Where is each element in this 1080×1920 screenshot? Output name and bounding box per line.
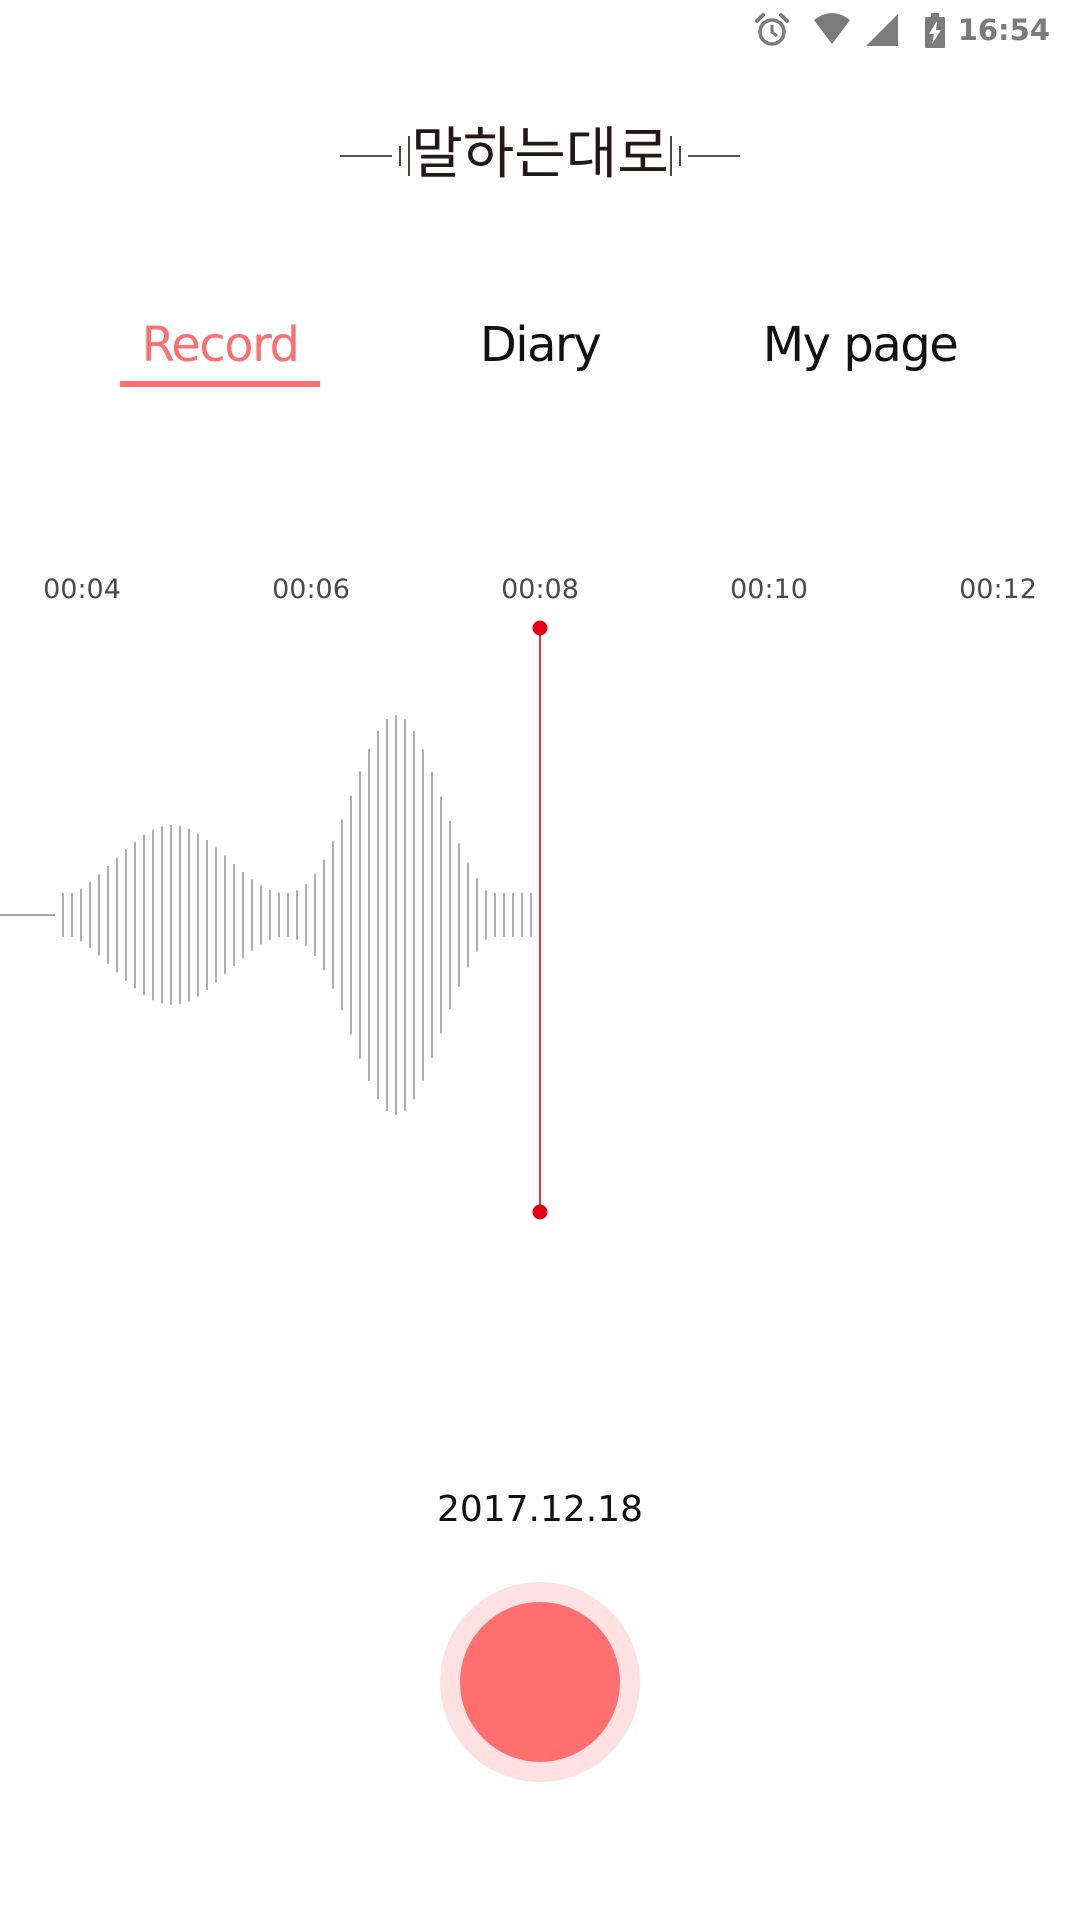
playhead[interactable] — [532, 620, 548, 1220]
playhead-top-handle[interactable] — [532, 620, 548, 636]
playhead-bottom-handle[interactable] — [532, 1204, 548, 1220]
record-screen: 16:54 말하는대로 Record Diary My page 00:04 0… — [0, 0, 1080, 1920]
recording-date: 2017.12.18 — [436, 1489, 644, 1530]
audio-waveform — [0, 714, 532, 1116]
record-button[interactable] — [440, 1582, 640, 1782]
record-button-core[interactable] — [460, 1602, 620, 1762]
